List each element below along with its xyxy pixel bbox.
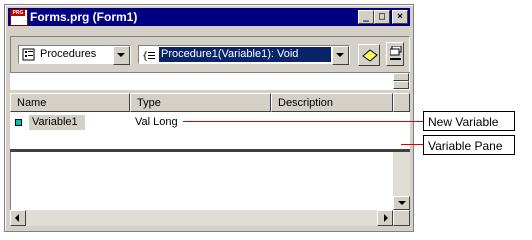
table-row[interactable]: Variable1 Val Long <box>10 115 406 131</box>
column-header-description[interactable]: Description <box>271 93 393 112</box>
column-header-name-label: Name <box>17 97 47 109</box>
variable-pane-callout-text: Variable Pane <box>428 139 503 153</box>
sticky-note-icon <box>362 49 378 62</box>
new-variable-callout-line <box>183 121 423 122</box>
minimize-button[interactable]: _ <box>358 10 374 24</box>
scroll-left-button[interactable] <box>10 210 26 226</box>
code-scroll-up[interactable] <box>393 73 409 81</box>
edit-tool-button[interactable] <box>358 44 380 66</box>
maximize-icon: □ <box>378 11 386 22</box>
code-scroll-down[interactable] <box>393 81 409 89</box>
close-icon: × <box>396 11 404 22</box>
variable-marker-icon <box>15 119 22 126</box>
object-combo-value: Procedures <box>40 48 97 60</box>
procedure-combo[interactable]: { Procedure1(Variable1): Void <box>138 45 350 65</box>
method-icon: { <box>142 51 155 61</box>
prg-file-icon[interactable]: PRG <box>10 9 28 26</box>
variable-name-cell[interactable]: Variable1 <box>29 115 85 130</box>
chevron-right-icon <box>384 214 388 222</box>
object-combo-arrow[interactable] <box>113 46 130 65</box>
procedure-combo-arrow[interactable] <box>332 46 349 65</box>
maximize-button[interactable]: □ <box>374 10 390 24</box>
column-header-type[interactable]: Type <box>130 93 271 112</box>
column-header-filler <box>393 93 410 112</box>
split-view-button[interactable] <box>386 42 404 66</box>
chevron-down-icon <box>398 201 406 205</box>
chevron-down-icon <box>117 53 125 57</box>
procedures-list-icon <box>22 48 35 61</box>
chevron-down-icon <box>336 53 344 57</box>
variable-pane-callout-line <box>401 144 423 145</box>
scroll-down-button[interactable] <box>393 196 410 210</box>
title-bar[interactable]: PRG Forms.prg (Form1) <box>8 8 410 26</box>
window-title: Forms.prg (Form1) <box>30 10 138 24</box>
column-header-name[interactable]: Name <box>10 93 130 112</box>
svg-text:{: { <box>142 51 148 61</box>
chevron-left-icon <box>15 214 19 222</box>
object-combo[interactable]: Procedures <box>18 45 131 65</box>
new-variable-callout: New Variable <box>423 111 515 131</box>
horizontal-scrollbar[interactable] <box>10 210 393 226</box>
close-button[interactable]: × <box>392 10 408 24</box>
minimize-icon: _ <box>362 11 370 22</box>
scroll-right-button[interactable] <box>377 210 393 226</box>
code-editor-strip[interactable] <box>10 72 410 90</box>
size-grip[interactable] <box>393 210 410 226</box>
new-variable-callout-text: New Variable <box>428 115 499 129</box>
split-pane-icon <box>390 46 402 60</box>
column-header-type-label: Type <box>137 97 161 109</box>
variable-type-cell[interactable]: Val Long <box>135 116 178 128</box>
variable-pane-callout: Variable Pane <box>423 135 515 155</box>
procedure-combo-value: Procedure1(Variable1): Void <box>159 47 331 62</box>
prg-icon-label: PRG <box>11 10 25 16</box>
column-header-description-label: Description <box>278 97 334 109</box>
